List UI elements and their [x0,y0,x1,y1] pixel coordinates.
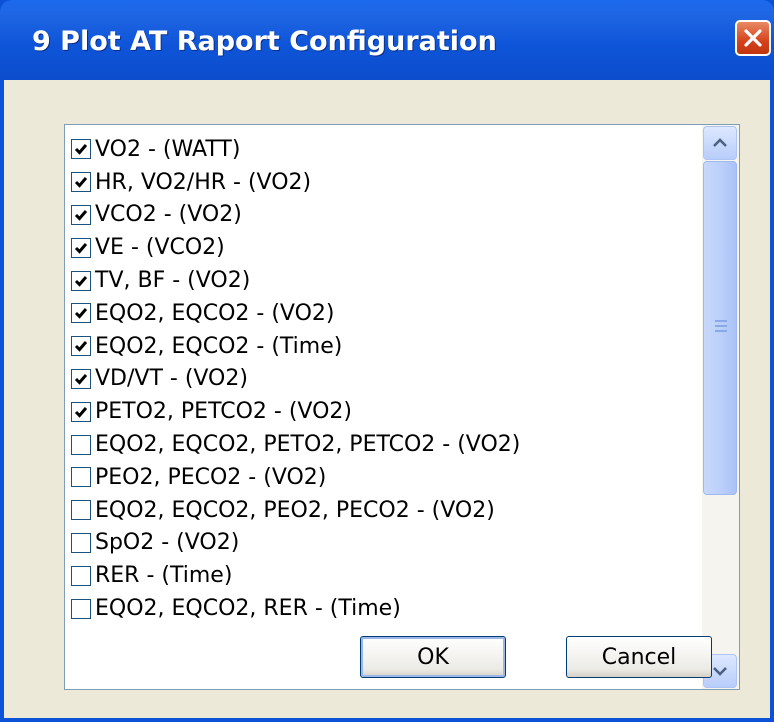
checklist-item[interactable]: PEO2, PECO2 - (VO2) [67,461,702,494]
checklist-item[interactable]: VD/VT - (VO2) [67,363,702,396]
checkbox[interactable] [71,401,91,422]
checkbox[interactable] [71,434,91,455]
checklist-item[interactable]: EQO2, EQCO2, RER - (Time) [67,592,702,625]
checklist-item[interactable]: VE - (VCO2) [67,231,702,264]
vertical-scrollbar[interactable] [702,125,739,689]
checklist-item[interactable]: SpO2 - (VO2) [67,527,702,560]
checklist-item[interactable]: EQO2, EQCO2, PEO2, PECO2 - (VO2) [67,494,702,527]
thumb-grip [715,320,727,322]
close-button[interactable] [735,20,771,56]
close-icon [744,29,762,47]
checkbox[interactable] [71,204,91,225]
checklist-item[interactable]: VCO2 - (VO2) [67,199,702,232]
checklist-item[interactable]: EQO2, EQCO2, PETO2, PETCO2 - (VO2) [67,428,702,461]
checklist-item-label: VE - (VCO2) [95,235,225,261]
checklist-item-label: EQO2, EQCO2, PEO2, PECO2 - (VO2) [95,497,495,523]
ok-button[interactable]: OK [360,636,506,678]
checklist-item[interactable]: RER - (Time) [67,559,702,592]
checkmark-icon [74,308,88,320]
checklist-item-label: PETO2, PETCO2 - (VO2) [95,399,352,425]
checkmark-icon [74,210,88,221]
cancel-button[interactable]: Cancel [566,636,712,678]
checkmark-icon [74,373,88,385]
checklist-item-label: EQO2, EQCO2 - (VO2) [95,300,335,326]
checklist-item[interactable]: EQO2, EQCO2 - (Time) [67,330,702,363]
checklist-item-label: EQO2, EQCO2 - (Time) [95,333,343,359]
checkmark-icon [74,341,88,352]
thumb-grip [715,330,727,332]
checkbox[interactable] [71,598,91,619]
checklist-item[interactable]: VO2 - (WATT) [67,133,702,166]
checkbox[interactable] [71,270,91,291]
checkbox[interactable] [71,336,91,357]
checkbox[interactable] [71,532,91,553]
scroll-thumb[interactable] [703,161,737,495]
checklist-item-label: VO2 - (WATT) [95,136,241,162]
dialog-body: VO2 - (WATT) HR, VO2/HR - (VO2) VCO2 - (VO… [4,80,770,718]
checkbox[interactable] [71,303,91,324]
checkmark-icon [74,406,88,418]
dialog-window: 9 Plot AT Raport Configuration VO2 - (WA… [0,0,774,722]
checkbox[interactable] [71,172,91,193]
checklist-item-label: EQO2, EQCO2, PETO2, PETCO2 - (VO2) [95,432,521,458]
checkbox[interactable] [71,237,91,258]
checkbox[interactable] [71,467,91,488]
chevron-up-icon [713,138,727,147]
checkmark-icon [74,275,88,287]
checkbox[interactable] [71,500,91,521]
checklist-item-label: VD/VT - (VO2) [95,366,248,392]
checkmark-icon [74,177,88,188]
checkmark-icon [74,242,88,254]
checkbox[interactable] [71,565,91,586]
checklist-item-label: VCO2 - (VO2) [95,202,242,228]
checklist-item-label: EQO2, EQCO2, RER - (Time) [95,596,401,622]
window-title: 9 Plot AT Raport Configuration [32,26,497,57]
checklist-item[interactable]: EQO2, EQCO2 - (VO2) [67,297,702,330]
chevron-down-icon [713,667,727,676]
checklist-item-label: RER - (Time) [95,563,233,589]
checklist-item[interactable]: HR, VO2/HR - (VO2) [67,166,702,199]
checkmark-icon [74,144,88,156]
checkbox[interactable] [71,368,91,389]
checklist-item-label: TV, BF - (VO2) [95,268,251,294]
checklist-item[interactable]: PETO2, PETCO2 - (VO2) [67,395,702,428]
scroll-up-button[interactable] [703,126,737,160]
checklist-item-label: SpO2 - (VO2) [95,530,240,556]
checklist-items: VO2 - (WATT) HR, VO2/HR - (VO2) VCO2 - (VO… [67,133,702,625]
checklist-item-label: PEO2, PECO2 - (VO2) [95,464,327,490]
thumb-grip [715,325,727,327]
checklist-item-label: HR, VO2/HR - (VO2) [95,169,312,195]
checkbox[interactable] [71,139,91,160]
title-bar[interactable]: 9 Plot AT Raport Configuration [0,0,774,80]
checklist-item[interactable]: TV, BF - (VO2) [67,264,702,297]
plot-checklist[interactable]: VO2 - (WATT) HR, VO2/HR - (VO2) VCO2 - (VO… [64,124,740,690]
